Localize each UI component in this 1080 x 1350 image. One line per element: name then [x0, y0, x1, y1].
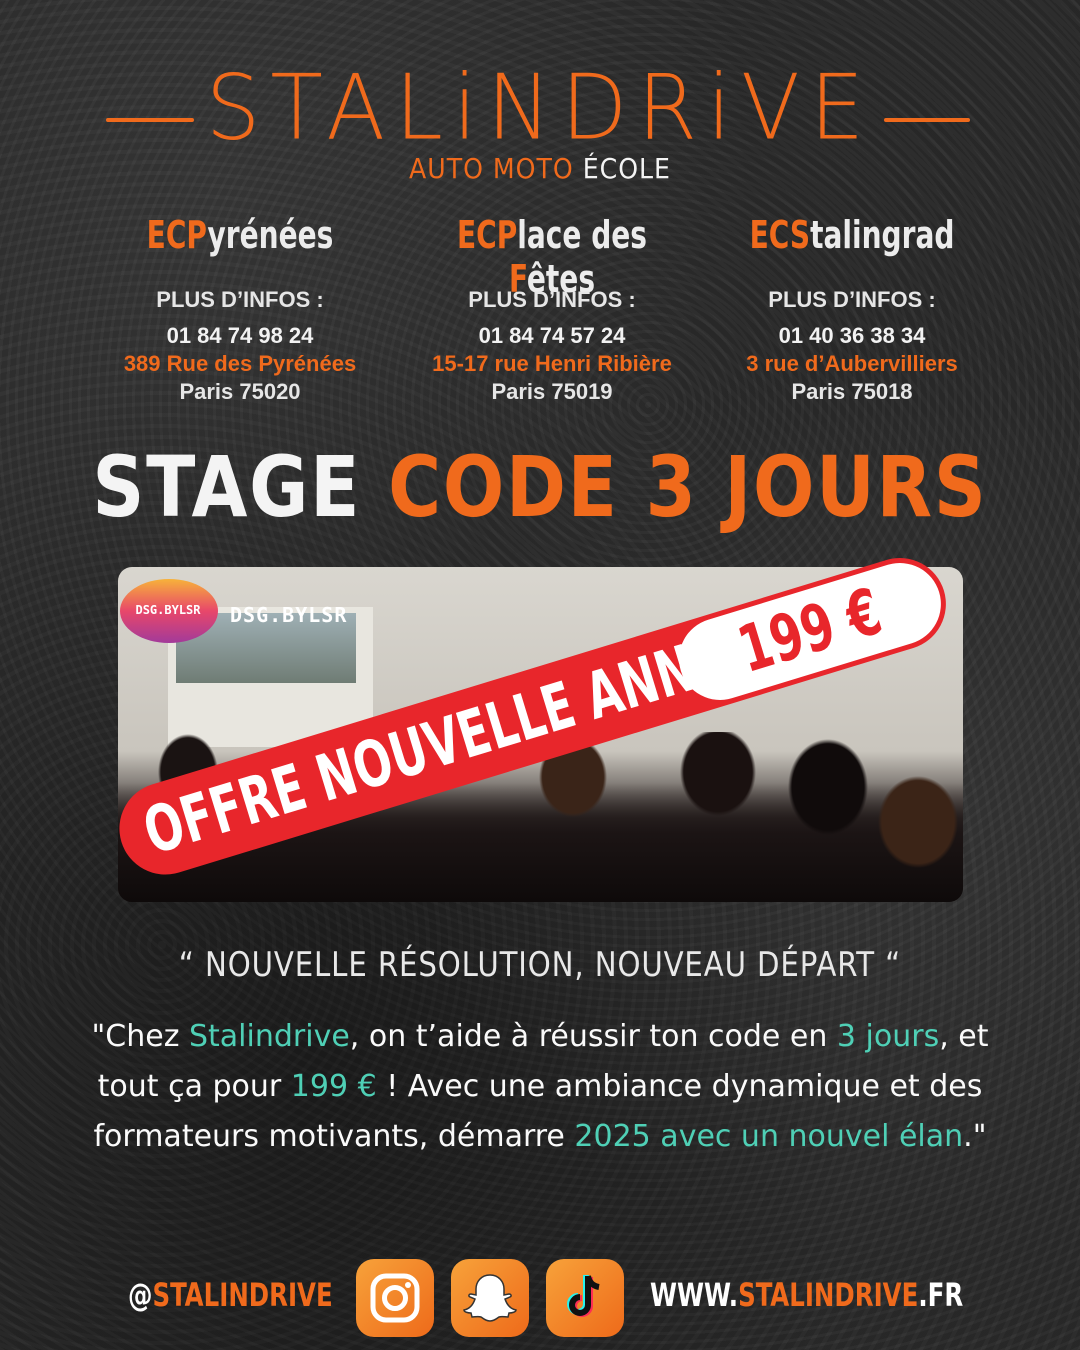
subtitle-moto: MOTO: [492, 152, 574, 185]
description-paragraph: "Chez Stalindrive, on t’aide à réussir t…: [91, 1019, 989, 1154]
school-name-pyrenees: ECPyrénées: [146, 213, 334, 257]
para-brand: Stalindrive: [188, 1019, 350, 1054]
tagline-quote: “ NOUVELLE RÉSOLUTION, NOUVEAU DÉPART “: [178, 945, 902, 985]
info-label: PLUS D’INFOS :: [768, 287, 936, 312]
snapchat-icon[interactable]: [451, 1259, 529, 1337]
phone-number[interactable]: 01 84 74 57 24: [392, 322, 712, 350]
brand-logo-text: STALiNDRiVE: [205, 55, 875, 161]
school-info-place-des-fetes: PLUS D’INFOS : 01 84 74 57 24 15-17 rue …: [392, 286, 712, 406]
brand-subtitle: AUTO MOTO ÉCOLE: [0, 152, 1080, 185]
school-name-stalingrad: ECStalingrad: [749, 213, 955, 257]
headline: STAGE CODE 3 JOURS: [76, 438, 1005, 536]
city: Paris 75018: [791, 379, 913, 404]
phone-number[interactable]: 01 84 74 98 24: [90, 322, 390, 350]
para-days: 3 jours: [836, 1019, 940, 1054]
brand-header: STALiNDRiVE: [0, 30, 1080, 161]
address: 389 Rue des Pyrénées: [123, 351, 357, 376]
info-label: PLUS D’INFOS :: [156, 287, 324, 312]
address: 15-17 rue Henri Ribière: [432, 351, 672, 376]
subtitle-auto: AUTO: [409, 152, 484, 185]
social-handle[interactable]: @STALINDRIVE: [128, 1276, 333, 1314]
city: Paris 75020: [179, 379, 301, 404]
instagram-icon[interactable]: [356, 1259, 434, 1337]
city: Paris 75019: [491, 379, 613, 404]
para-year: 2025 avec un nouvel élan: [574, 1119, 964, 1154]
school-info-stalingrad: PLUS D’INFOS : 01 40 36 38 34 3 rue d’Au…: [712, 286, 992, 406]
headline-code-3-jours: CODE 3 JOURS: [388, 438, 988, 536]
watermark-logo-text: DSG.BYLSR: [135, 603, 201, 617]
subtitle-ecole: ÉCOLE: [582, 152, 671, 185]
info-label: PLUS D’INFOS :: [468, 287, 636, 312]
website-link[interactable]: WWW.STALINDRIVE.FR: [650, 1276, 963, 1314]
headline-stage: STAGE: [92, 438, 362, 536]
tiktok-icon[interactable]: [546, 1259, 624, 1337]
school-info-pyrenees: PLUS D’INFOS : 01 84 74 98 24 389 Rue de…: [90, 286, 390, 406]
address: 3 rue d’Aubervilliers: [746, 351, 958, 376]
phone-number[interactable]: 01 40 36 38 34: [712, 322, 992, 350]
watermark-text: DSG.BYLSR: [230, 603, 348, 627]
para-price: 199 €: [290, 1069, 377, 1104]
